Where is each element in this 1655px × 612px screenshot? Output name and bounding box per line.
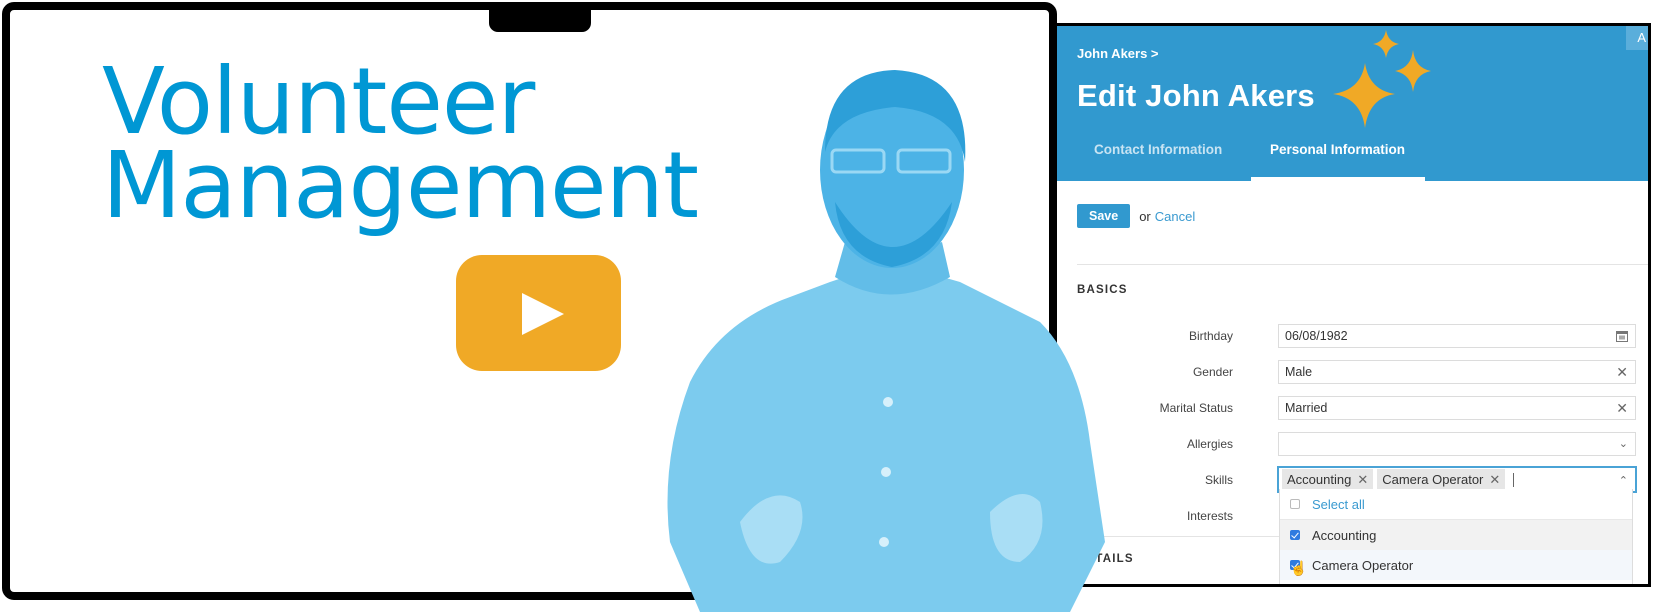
marital-status-field[interactable]: Married ✕ <box>1278 396 1636 420</box>
skill-chip-label: Accounting <box>1287 472 1352 487</box>
panel-header: A John Akers > Edit John Akers Contact I… <box>1053 26 1648 181</box>
text-cursor <box>1513 472 1515 487</box>
dropdown-option[interactable]: Accounting <box>1280 520 1632 550</box>
active-tab-indicator <box>1251 177 1425 181</box>
select-all-label: Select all <box>1312 496 1365 512</box>
skill-chip-label: Camera Operator <box>1382 472 1484 487</box>
clear-icon[interactable]: ✕ <box>1616 397 1628 419</box>
corner-badge[interactable]: A <box>1626 26 1648 50</box>
play-icon <box>522 293 564 335</box>
edit-person-panel: A John Akers > Edit John Akers Contact I… <box>1053 23 1651 587</box>
marital-status-value: Married <box>1285 401 1328 415</box>
divider <box>1077 264 1648 265</box>
camera-notch <box>489 10 591 32</box>
select-all-option[interactable]: Select all <box>1280 489 1632 520</box>
option-label: Camera Operator <box>1312 557 1414 573</box>
gender-value: Male <box>1285 365 1313 379</box>
headline: Volunteer Management <box>102 56 699 239</box>
presenter-image <box>667 70 1105 612</box>
breadcrumb[interactable]: John Akers > <box>1077 46 1159 61</box>
headline-line-2: Management <box>102 132 699 239</box>
sparkles-icon <box>1333 30 1431 128</box>
skills-dropdown: Select all Accounting Camera Operator <box>1279 489 1633 584</box>
tab-personal-information[interactable]: Personal Information <box>1270 142 1405 157</box>
chevron-down-icon[interactable]: ⌄ <box>1619 433 1628 455</box>
skill-chip: Accounting ✕ <box>1282 469 1374 490</box>
or-text: or <box>1139 208 1151 224</box>
checkbox[interactable] <box>1290 499 1300 509</box>
remove-chip-icon[interactable]: ✕ <box>1357 469 1368 490</box>
cancel-link[interactable]: Cancel <box>1155 209 1195 224</box>
checkbox-checked[interactable] <box>1290 530 1300 540</box>
play-button[interactable] <box>456 255 621 371</box>
calendar-icon[interactable] <box>1616 325 1628 348</box>
dropdown-option[interactable] <box>1280 580 1632 584</box>
birthday-value: 06/08/1982 <box>1285 329 1348 343</box>
clear-icon[interactable]: ✕ <box>1616 361 1628 383</box>
dropdown-option[interactable]: Camera Operator <box>1280 550 1632 580</box>
gender-field[interactable]: Male ✕ <box>1278 360 1636 384</box>
pointer-cursor-icon: ☝ <box>1290 560 1308 576</box>
remove-chip-icon[interactable]: ✕ <box>1489 469 1500 490</box>
skill-chip: Camera Operator ✕ <box>1377 469 1506 490</box>
option-label: Accounting <box>1312 527 1377 543</box>
allergies-field[interactable]: ⌄ <box>1278 432 1636 456</box>
birthday-field[interactable]: 06/08/1982 <box>1278 324 1636 348</box>
